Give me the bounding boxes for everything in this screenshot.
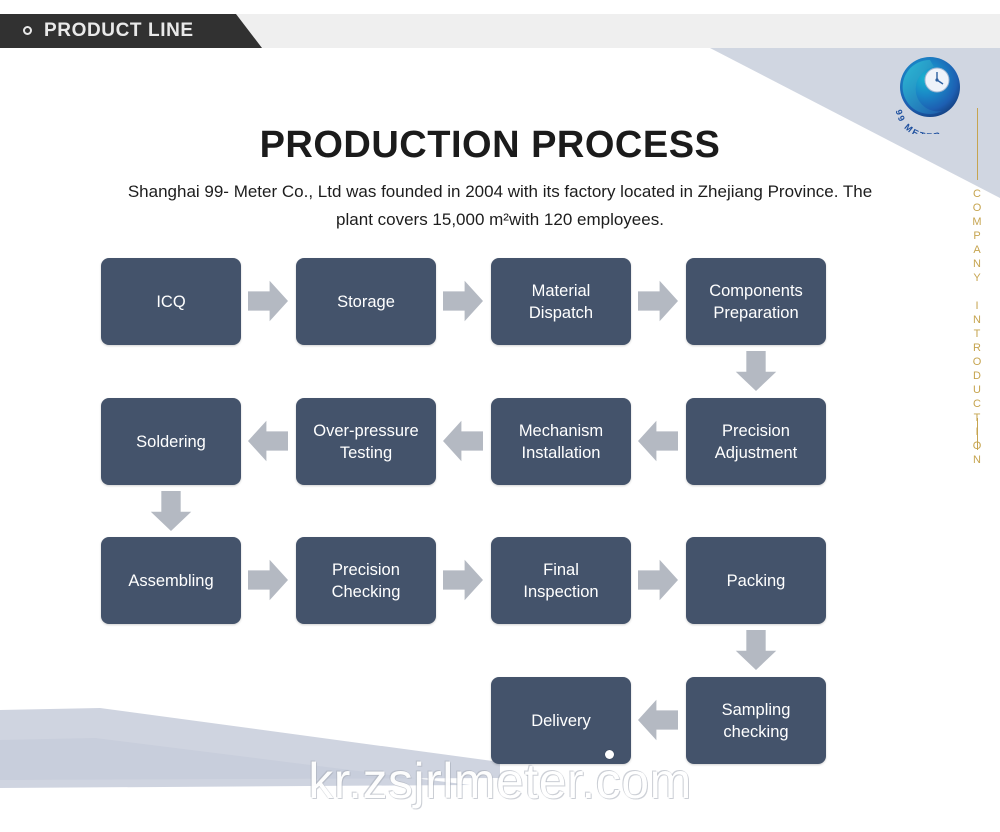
arrow-icq-to-storage <box>248 280 288 322</box>
gold-rule-bottom <box>977 418 978 450</box>
process-node-precision-checking[interactable]: Precision Checking <box>296 537 436 624</box>
process-node-label: Storage <box>337 292 395 311</box>
arrow-storage-to-material-dispatch <box>443 280 483 322</box>
arrow-assembling-to-precision-checking <box>248 559 288 601</box>
selection-handle-dot[interactable] <box>605 750 614 759</box>
brand-logo: 99 METER <box>888 54 972 142</box>
process-node-label: Over-pressure Testing <box>313 421 419 462</box>
process-node-material-dispatch[interactable]: Material Dispatch <box>491 258 631 345</box>
process-node-assembling[interactable]: Assembling <box>101 537 241 624</box>
arrow-final-inspection-to-packing <box>638 559 678 601</box>
process-node-icq[interactable]: ICQ <box>101 258 241 345</box>
process-node-over-pressure-testing[interactable]: Over-pressure Testing <box>296 398 436 485</box>
arrow-material-dispatch-to-components <box>638 280 678 322</box>
process-node-label: Precision Adjustment <box>714 421 798 462</box>
arrow-soldering-to-assembling <box>150 491 192 531</box>
process-node-label: Assembling <box>128 571 214 590</box>
arrow-precision-adjustment-to-mechanism <box>638 420 678 462</box>
process-node-label: Sampling checking <box>721 700 791 741</box>
process-node-label: Mechanism Installation <box>518 421 604 462</box>
intro-paragraph: Shanghai 99- Meter Co., Ltd was founded … <box>127 182 873 229</box>
process-node-label: Soldering <box>136 432 206 451</box>
process-node-sampling-checking[interactable]: Sampling checking <box>686 677 826 764</box>
process-node-label: Final Inspection <box>523 560 599 601</box>
arrow-mechanism-to-over-pressure <box>443 420 483 462</box>
arrow-over-pressure-to-soldering <box>248 420 288 462</box>
logo-icon: 99 METER <box>894 57 960 142</box>
process-node-label: Components Preparation <box>709 281 803 322</box>
process-node-components-preparation[interactable]: Components Preparation <box>686 258 826 345</box>
ring-bullet-icon <box>23 26 32 35</box>
product-line-label: PRODUCT LINE <box>44 20 194 41</box>
arrow-packing-to-sampling-checking <box>735 630 777 670</box>
slide-canvas: PRODUCT LINE 99 ME COMPANY INTRODUCTION … <box>0 0 1000 832</box>
process-node-packing[interactable]: Packing <box>686 537 826 624</box>
process-node-label: ICQ <box>156 292 186 311</box>
arrow-sampling-checking-to-delivery <box>638 699 678 741</box>
process-node-label: Packing <box>726 571 786 590</box>
process-node-label: Delivery <box>531 711 591 730</box>
process-node-soldering[interactable]: Soldering <box>101 398 241 485</box>
process-node-label: Precision Checking <box>331 560 401 601</box>
page-title: PRODUCTION PROCESS <box>259 124 721 166</box>
process-node-label: Material Dispatch <box>528 281 594 322</box>
process-node-storage[interactable]: Storage <box>296 258 436 345</box>
arrow-components-to-precision-adjustment <box>735 351 777 391</box>
arrow-precision-checking-to-final <box>443 559 483 601</box>
process-node-mechanism-installation[interactable]: Mechanism Installation <box>491 398 631 485</box>
process-node-precision-adjustment[interactable]: Precision Adjustment <box>686 398 826 485</box>
process-node-final-inspection[interactable]: Final Inspection <box>491 537 631 624</box>
